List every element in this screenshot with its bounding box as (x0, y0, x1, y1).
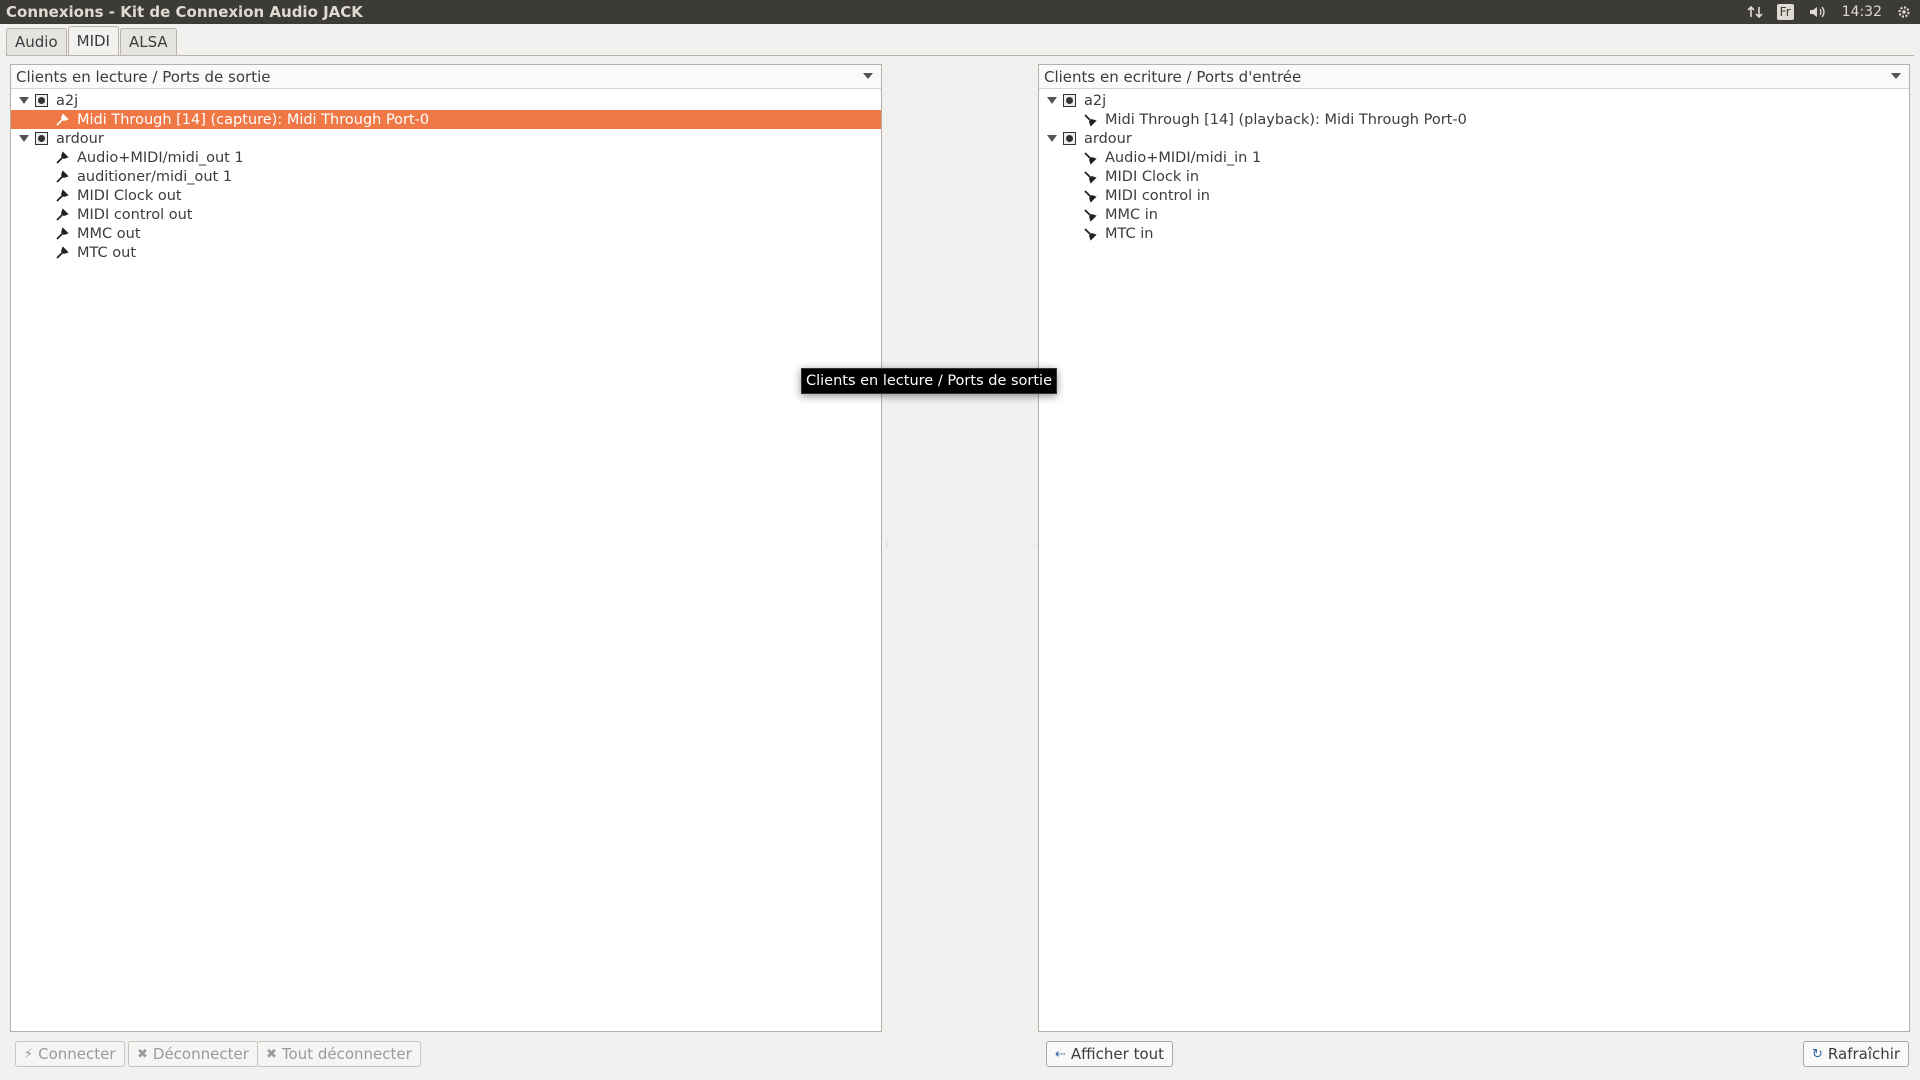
output-ports-panel: Clients en lecture / Ports de sortie a2j… (10, 64, 882, 1032)
output-ports-header[interactable]: Clients en lecture / Ports de sortie (11, 65, 881, 89)
client-icon (35, 94, 48, 107)
disconnect-button[interactable]: ✖ Déconnecter (128, 1041, 258, 1067)
client-name: ardour (56, 130, 104, 147)
system-tray: Fr 14:32 (1747, 4, 1920, 20)
port-row[interactable]: MIDI control in (1039, 186, 1909, 205)
port-row[interactable]: MIDI control out (11, 205, 881, 224)
port-row-selected[interactable]: Midi Through [14] (capture): Midi Throug… (11, 110, 881, 129)
client-row[interactable]: a2j (11, 91, 881, 110)
output-port-icon (56, 245, 69, 259)
sort-arrow-icon (1891, 73, 1901, 79)
top-panel: Connexions - Kit de Connexion Audio JACK… (0, 0, 1920, 24)
input-ports-tree[interactable]: a2j Midi Through [14] (playback): Midi T… (1039, 89, 1909, 243)
port-row[interactable]: MMC out (11, 224, 881, 243)
clock[interactable]: 14:32 (1842, 4, 1882, 20)
unplug-all-icon: ✖ (266, 1046, 277, 1062)
expand-arrow-icon[interactable] (1047, 97, 1057, 104)
port-name: MIDI Clock out (77, 187, 182, 204)
network-icon[interactable] (1747, 4, 1763, 20)
port-name: Midi Through [14] (playback): Midi Throu… (1105, 111, 1467, 128)
port-name: MMC in (1105, 206, 1158, 223)
client-name: a2j (56, 92, 79, 109)
show-all-button[interactable]: ⇠ Afficher tout (1046, 1041, 1174, 1067)
volume-icon[interactable] (1808, 4, 1828, 20)
port-row[interactable]: MMC in (1039, 205, 1909, 224)
client-row[interactable]: ardour (11, 129, 881, 148)
output-port-icon (56, 112, 69, 126)
input-port-icon (1084, 208, 1097, 222)
window-title: Connexions - Kit de Connexion Audio JACK (6, 3, 363, 21)
show-all-button-label: Afficher tout (1070, 1045, 1165, 1063)
port-name: Midi Through [14] (capture): Midi Throug… (77, 111, 430, 128)
input-port-icon (1084, 151, 1097, 165)
client-name: a2j (1084, 92, 1107, 109)
tab-audio[interactable]: Audio (6, 28, 67, 55)
keyboard-layout-indicator[interactable]: Fr (1776, 4, 1794, 20)
refresh-button-label: Rafraîchir (1827, 1045, 1901, 1063)
right-splitter-handle[interactable]: ⋮ (1034, 540, 1042, 550)
left-splitter-handle[interactable]: ⋮ (883, 540, 891, 550)
port-row[interactable]: MIDI Clock out (11, 186, 881, 205)
port-row[interactable]: Audio+MIDI/midi_in 1 (1039, 148, 1909, 167)
input-ports-header-label: Clients en ecriture / Ports d'entrée (1044, 67, 1302, 86)
port-name: MMC out (77, 225, 141, 242)
output-port-icon (56, 150, 69, 164)
client-name: ardour (1084, 130, 1132, 147)
port-name: MIDI control out (77, 206, 193, 223)
port-name: auditioner/midi_out 1 (77, 168, 233, 185)
output-port-icon (56, 207, 69, 221)
client-row[interactable]: a2j (1039, 91, 1909, 110)
arrow-left-icon: ⇠ (1055, 1046, 1066, 1062)
tab-bar: Audio MIDI ALSA (6, 26, 178, 56)
port-name: Audio+MIDI/midi_in 1 (1105, 149, 1262, 166)
output-port-icon (56, 226, 69, 240)
port-name: Audio+MIDI/midi_out 1 (77, 149, 244, 166)
port-name: MIDI Clock in (1105, 168, 1200, 185)
input-port-icon (1084, 170, 1097, 184)
port-row[interactable]: MIDI Clock in (1039, 167, 1909, 186)
disconnect-all-button[interactable]: ✖ Tout déconnecter (257, 1041, 421, 1067)
input-port-icon (1084, 227, 1097, 241)
client-row[interactable]: ardour (1039, 129, 1909, 148)
output-port-icon (56, 188, 69, 202)
expand-arrow-icon[interactable] (19, 135, 29, 142)
client-icon (1063, 132, 1076, 145)
output-ports-tree[interactable]: a2j Midi Through [14] (capture): Midi Th… (11, 89, 881, 262)
input-port-icon (1084, 189, 1097, 203)
output-port-icon (56, 169, 69, 183)
tab-midi[interactable]: MIDI (67, 26, 119, 55)
output-ports-header-label: Clients en lecture / Ports de sortie (16, 67, 271, 86)
unplug-icon: ✖ (137, 1046, 148, 1062)
connect-button-label: Connecter (38, 1045, 116, 1063)
disconnect-all-button-label: Tout déconnecter (281, 1045, 412, 1063)
client-icon (35, 132, 48, 145)
port-row[interactable]: Audio+MIDI/midi_out 1 (11, 148, 881, 167)
port-row[interactable]: MTC in (1039, 224, 1909, 243)
disconnect-button-label: Déconnecter (152, 1045, 249, 1063)
client-icon (1063, 94, 1076, 107)
tab-divider (6, 55, 1914, 56)
tab-alsa[interactable]: ALSA (119, 28, 177, 55)
port-name: MIDI control in (1105, 187, 1210, 204)
input-ports-header[interactable]: Clients en ecriture / Ports d'entrée (1039, 65, 1909, 89)
port-name: MTC out (77, 244, 136, 261)
settings-gear-icon[interactable] (1896, 4, 1912, 20)
port-name: MTC in (1105, 225, 1154, 242)
port-row[interactable]: auditioner/midi_out 1 (11, 167, 881, 186)
port-row[interactable]: Midi Through [14] (playback): Midi Throu… (1039, 110, 1909, 129)
sort-arrow-icon (863, 73, 873, 79)
input-port-icon (1084, 113, 1097, 127)
refresh-button[interactable]: ↻ Rafraîchir (1803, 1041, 1910, 1067)
expand-arrow-icon[interactable] (19, 97, 29, 104)
port-row[interactable]: MTC out (11, 243, 881, 262)
refresh-icon: ↻ (1812, 1046, 1823, 1062)
connect-button[interactable]: ⚡ Connecter (15, 1041, 125, 1067)
plug-icon: ⚡ (24, 1046, 34, 1062)
tooltip: Clients en lecture / Ports de sortie (801, 368, 1057, 394)
input-ports-panel: Clients en ecriture / Ports d'entrée a2j… (1038, 64, 1910, 1032)
expand-arrow-icon[interactable] (1047, 135, 1057, 142)
